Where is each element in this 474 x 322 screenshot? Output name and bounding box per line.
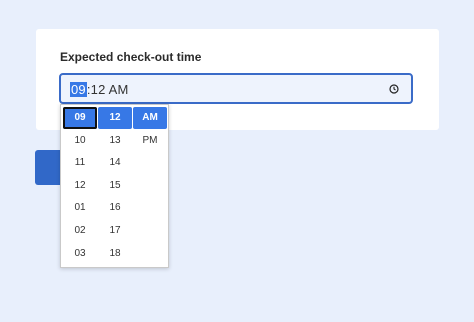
time-input[interactable]: 09:12 AM xyxy=(59,73,413,104)
minute-option[interactable]: 15 xyxy=(98,175,132,197)
minute-option[interactable]: 16 xyxy=(98,197,132,219)
minute-option[interactable]: 13 xyxy=(98,130,132,152)
minute-column: 12 13 14 15 16 17 18 xyxy=(98,107,132,265)
ampm-column: AM PM xyxy=(133,107,167,152)
hour-option[interactable]: 11 xyxy=(63,152,97,174)
minute-option[interactable]: 12 xyxy=(98,107,132,129)
time-rest[interactable]: :12 AM xyxy=(87,82,129,97)
minute-option[interactable]: 17 xyxy=(98,220,132,242)
hour-option[interactable]: 09 xyxy=(63,107,97,129)
ampm-option[interactable]: PM xyxy=(133,130,167,152)
hour-column: 09 10 11 12 01 02 03 xyxy=(63,107,97,265)
minute-option[interactable]: 18 xyxy=(98,243,132,265)
clock-icon[interactable] xyxy=(389,84,399,94)
time-picker-dropdown: 09 10 11 12 01 02 03 12 13 14 15 16 17 1… xyxy=(60,104,169,268)
minute-option[interactable]: 14 xyxy=(98,152,132,174)
hour-option[interactable]: 12 xyxy=(63,175,97,197)
hour-option[interactable]: 10 xyxy=(63,130,97,152)
ampm-option[interactable]: AM xyxy=(133,107,167,129)
hour-option[interactable]: 03 xyxy=(63,243,97,265)
hour-segment[interactable]: 09 xyxy=(70,82,87,97)
hour-option[interactable]: 02 xyxy=(63,220,97,242)
time-value: 09:12 AM xyxy=(70,82,129,97)
field-label: Expected check-out time xyxy=(60,50,202,64)
hour-option[interactable]: 01 xyxy=(63,197,97,219)
